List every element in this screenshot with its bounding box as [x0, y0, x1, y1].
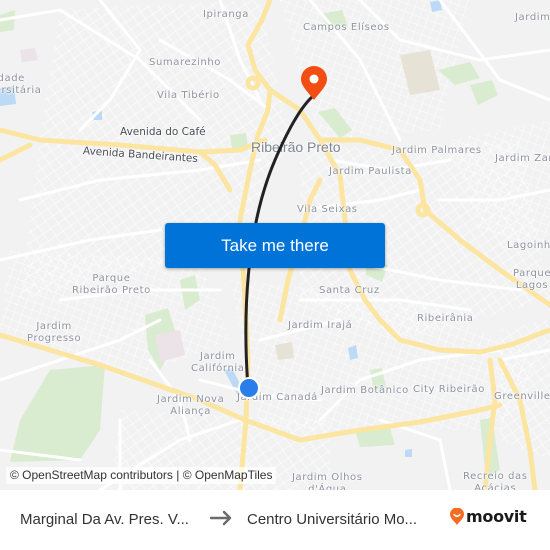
label-jardim-zara: Jardim Zara — [495, 153, 550, 164]
label-avenida-do-cafe: Avenida do Café — [120, 126, 206, 138]
label-jardim-california: Jardim Califórnia — [191, 351, 245, 374]
label-sumarezinho: Sumarezinho — [149, 57, 222, 68]
label-ribeirania: Ribeirânia — [417, 313, 474, 324]
label-vila-tiberio: Vila Tibério — [157, 90, 220, 101]
moovit-pin-icon — [450, 507, 464, 525]
label-cidade-universitaria: Cidade Universitária — [0, 73, 42, 96]
label-jardim-canada: Jardim Canadá — [237, 392, 318, 403]
label-city-ribeirao-preto: Ribeirão Preto — [251, 139, 341, 155]
label-jardim-olhos-dagua: Jardim Olhos d'Água — [292, 472, 363, 490]
label-jardim-botanico: Jardim Botânico — [321, 385, 409, 396]
label-jardim-palmares: Jardim Palmares — [392, 145, 482, 156]
route-footer: Marginal Da Av. Pres. V... Centro Univer… — [0, 490, 550, 550]
label-jardim-nova-alianca: Jardim Nova Aliança — [157, 394, 225, 417]
map-attribution[interactable]: © OpenStreetMap contributors | © OpenMap… — [6, 467, 277, 484]
moovit-logo[interactable]: moovit — [450, 507, 527, 526]
label-city-ribeirao: City Ribeirão — [413, 384, 485, 395]
origin-stop-name: Marginal Da Av. Pres. V... — [20, 511, 189, 528]
label-parque-lagos: Parque Lagos — [513, 268, 550, 291]
label-jardim-paulista: Jardim Paulista — [329, 166, 412, 177]
label-vila-seixas: Vila Seixas — [297, 204, 358, 215]
label-santa-cruz: Santa Cruz — [319, 285, 380, 296]
label-lagoinha: Lagoinha — [507, 240, 550, 251]
label-greenville: Greenville — [494, 391, 550, 402]
label-campos-eliseos: Campos Elíseos — [303, 22, 390, 33]
label-recreio-das-acacias: Recreio das Acácias — [463, 471, 528, 490]
map-view[interactable]: Ipiranga Campos Elíseos Jardim Sumarezin… — [0, 0, 550, 490]
arrow-right-icon — [209, 507, 235, 529]
label-jardim-ne: Jardim — [515, 12, 550, 23]
destination-name: Centro Universitário Mo... — [247, 511, 418, 528]
label-jardim-iraja: Jardim Irajá — [288, 320, 353, 331]
label-ipiranga: Ipiranga — [203, 9, 249, 20]
label-jardim-progresso: Jardim Progresso — [27, 321, 82, 344]
take-me-there-button[interactable]: Take me there — [165, 223, 385, 268]
label-parque-ribeirao-preto: Parque Ribeirão Preto — [72, 273, 151, 296]
moovit-wordmark: moovit — [466, 507, 527, 526]
